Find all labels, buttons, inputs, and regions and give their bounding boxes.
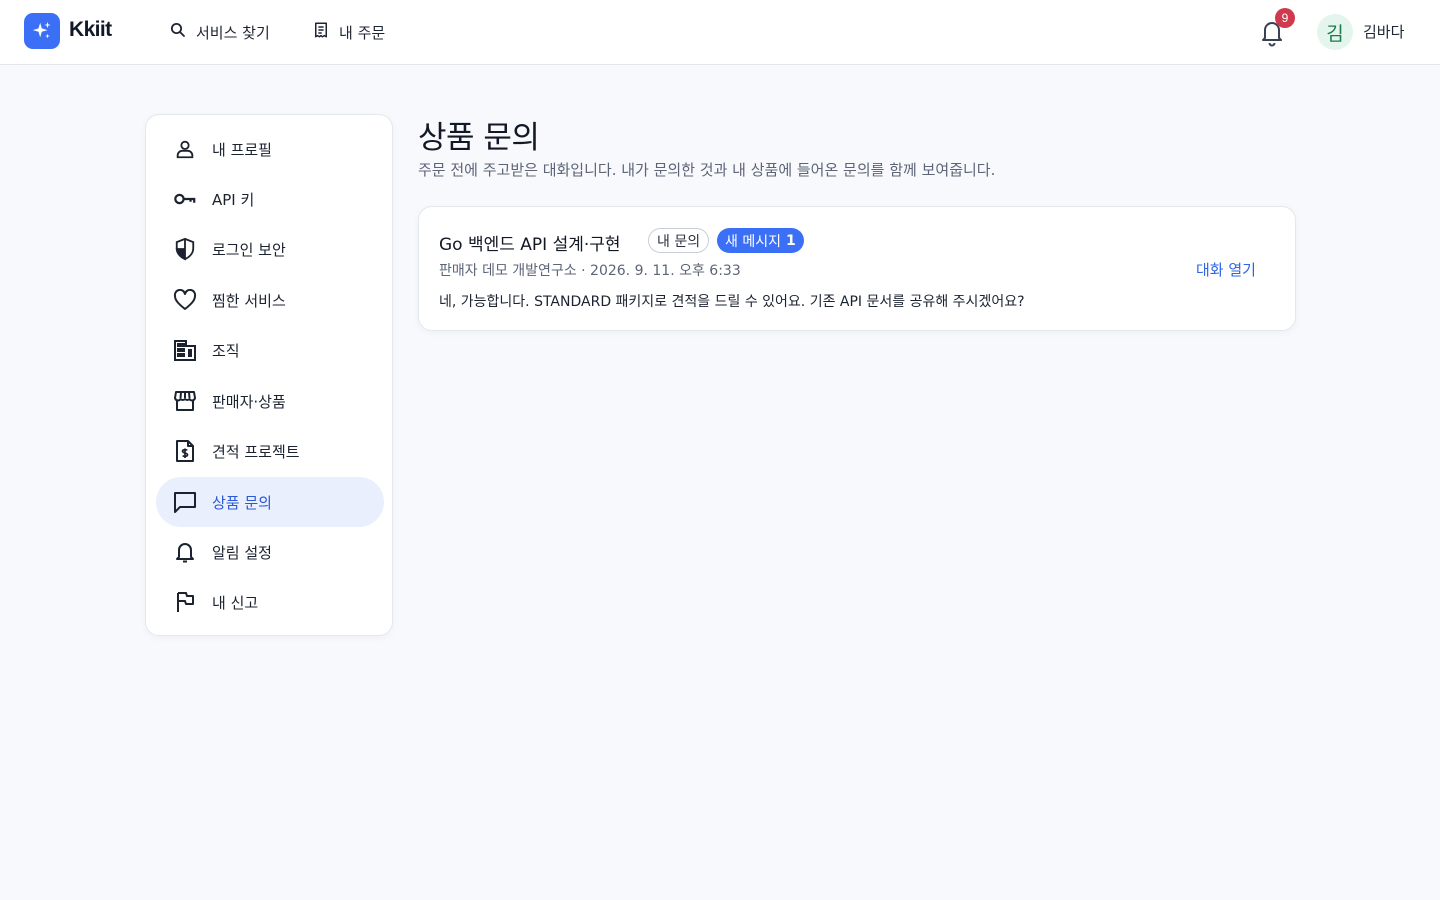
sidebar-item-label: 조직 bbox=[212, 342, 240, 360]
sidebar-item-label: API 키 bbox=[212, 191, 255, 209]
app-logo-text[interactable]: Kkiit bbox=[69, 18, 112, 42]
sidebar-item-label: 내 프로필 bbox=[212, 141, 272, 159]
bell-icon bbox=[173, 540, 197, 564]
sidebar-item-api-key[interactable]: API 키 bbox=[156, 174, 384, 224]
page-subtitle: 주문 전에 주고받은 대화입니다. 내가 문의한 것과 내 상품에 들어온 문의… bbox=[418, 161, 996, 179]
user-name[interactable]: 김바다 bbox=[1363, 21, 1404, 42]
sidebar-item-label: 찜한 서비스 bbox=[212, 292, 286, 310]
sidebar-item-label: 로그인 보안 bbox=[212, 241, 286, 259]
top-navbar: Kkiit 서비스 찾기 내 주문 9 김 김바다 bbox=[0, 0, 1440, 65]
sidebar-item-label: 상품 문의 bbox=[212, 494, 272, 512]
new-message-count: 1 bbox=[785, 232, 796, 249]
sidebar-item-label: 알림 설정 bbox=[212, 544, 272, 562]
page-title: 상품 문의 bbox=[418, 120, 540, 156]
inquiry-meta: 판매자 데모 개발연구소 · 2026. 9. 11. 오후 6:33 bbox=[439, 263, 741, 279]
avatar[interactable]: 김 bbox=[1317, 14, 1353, 50]
nav-my-orders-label: 내 주문 bbox=[339, 23, 386, 42]
open-conversation-link[interactable]: 대화 열기 bbox=[1196, 259, 1256, 280]
sidebar-item-login-security[interactable]: 로그인 보안 bbox=[156, 224, 384, 274]
receipt-icon bbox=[312, 21, 339, 43]
sidebar-item-product-inquiries[interactable]: 상품 문의 bbox=[156, 477, 384, 527]
notification-count-badge: 9 bbox=[1275, 8, 1295, 28]
building-icon bbox=[173, 338, 197, 362]
account-sidebar: 내 프로필 API 키 로그인 보안 찜한 서비스 조직 판매자·상품 견적 프… bbox=[145, 114, 393, 636]
bell-icon bbox=[1258, 22, 1286, 51]
heart-icon bbox=[173, 288, 197, 312]
sidebar-item-label: 판매자·상품 bbox=[212, 393, 286, 411]
logo-sparkle-icon[interactable] bbox=[24, 13, 60, 49]
sidebar-item-label: 내 신고 bbox=[212, 594, 259, 612]
store-icon bbox=[173, 389, 197, 413]
flag-icon bbox=[173, 590, 197, 614]
my-inquiry-badge: 내 문의 bbox=[648, 228, 710, 253]
sidebar-item-profile[interactable]: 내 프로필 bbox=[156, 124, 384, 174]
sidebar-item-organization[interactable]: 조직 bbox=[156, 325, 384, 375]
sidebar-item-notification-settings[interactable]: 알림 설정 bbox=[156, 527, 384, 577]
invoice-icon bbox=[173, 439, 197, 463]
inquiry-title: Go 백엔드 API 설계·구현 bbox=[439, 235, 621, 255]
user-icon bbox=[173, 137, 197, 161]
shield-icon bbox=[173, 237, 197, 261]
inquiry-card[interactable]: Go 백엔드 API 설계·구현 내 문의 새 메시지 1 판매자 데모 개발연… bbox=[418, 206, 1296, 331]
sidebar-item-seller-products[interactable]: 판매자·상품 bbox=[156, 376, 384, 426]
new-message-label: 새 메시지 bbox=[725, 233, 781, 250]
nav-my-orders[interactable]: 내 주문 bbox=[312, 20, 385, 44]
sidebar-item-quote-projects[interactable]: 견적 프로젝트 bbox=[156, 426, 384, 476]
inquiry-last-message: 네, 가능합니다. STANDARD 패키지로 견적을 드릴 수 있어요. 기존… bbox=[439, 294, 1025, 310]
nav-find-services-label: 서비스 찾기 bbox=[196, 23, 270, 42]
sidebar-item-my-reports[interactable]: 내 신고 bbox=[156, 577, 384, 627]
chat-icon bbox=[173, 490, 197, 514]
sidebar-item-wishlist[interactable]: 찜한 서비스 bbox=[156, 275, 384, 325]
search-icon bbox=[169, 21, 196, 43]
sidebar-item-label: 견적 프로젝트 bbox=[212, 443, 300, 461]
new-message-badge: 새 메시지 1 bbox=[717, 228, 804, 253]
nav-find-services[interactable]: 서비스 찾기 bbox=[169, 20, 270, 44]
key-icon bbox=[173, 187, 197, 211]
